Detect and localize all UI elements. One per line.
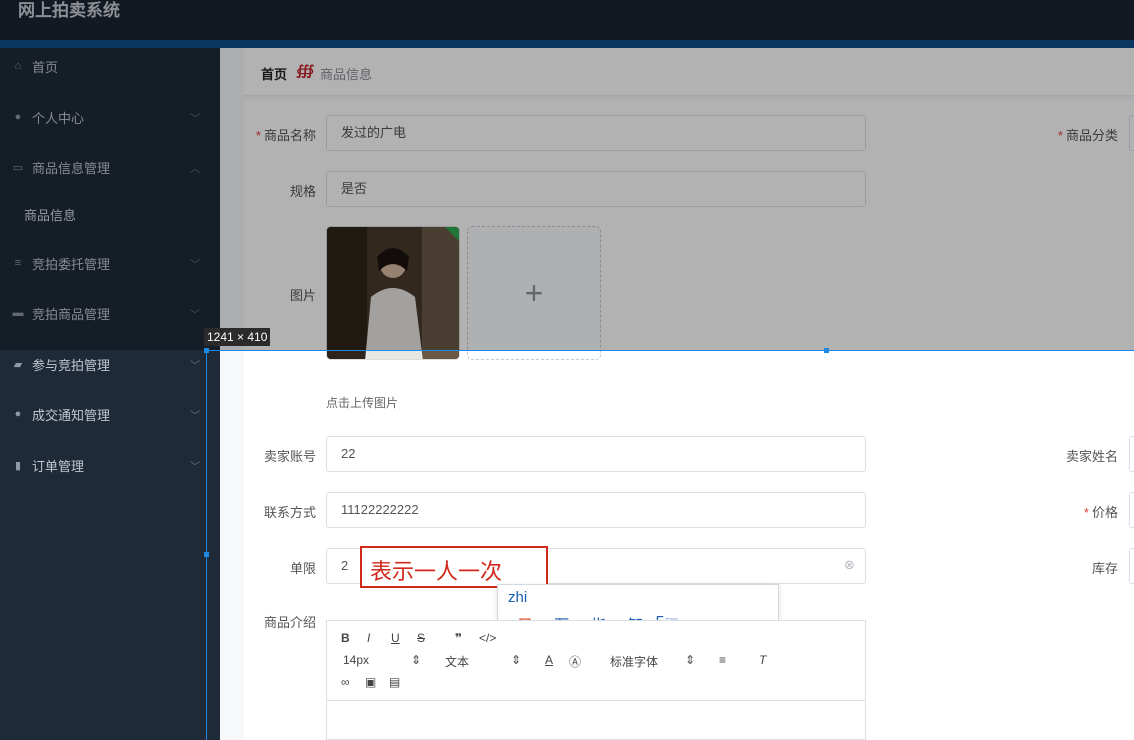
block-type-select[interactable]: 文本: [445, 653, 469, 670]
seller-name-input[interactable]: [1129, 436, 1134, 472]
sidebar-item-deal-notice[interactable]: ● 成交通知管理 ﹀: [0, 396, 220, 432]
clear-format-icon[interactable]: T: [759, 653, 766, 667]
font-size-select[interactable]: 14px: [343, 653, 369, 667]
strike-icon[interactable]: S: [417, 631, 425, 645]
align-icon[interactable]: ≡: [719, 653, 726, 667]
code-icon[interactable]: </>: [479, 631, 496, 645]
quote-icon[interactable]: ❞: [455, 631, 462, 645]
seller-name-label: 卖家姓名: [1065, 449, 1118, 464]
sidebar-item-orders[interactable]: ▮ 订单管理 ﹀: [0, 447, 220, 483]
price-input[interactable]: [1129, 492, 1134, 528]
annotation-text: 表示一人一次: [370, 559, 503, 584]
selection-dimension-label: 1241 × 410: [204, 328, 271, 346]
ime-pinyin: zhi: [508, 589, 528, 606]
underline-icon[interactable]: U: [391, 631, 400, 645]
ticket-icon: ▰: [13, 358, 23, 371]
chevron-updown-icon: ⇕: [685, 653, 696, 667]
font-family-select[interactable]: 标准字体: [610, 653, 658, 670]
chevron-down-icon: ﹀: [190, 410, 200, 422]
upload-hint: 点击上传图片: [326, 396, 399, 410]
contact-label: 联系方式: [263, 505, 316, 520]
chevron-down-icon: ﹀: [190, 461, 200, 473]
sidebar-item-bidding[interactable]: ▰ 参与竞拍管理 ﹀: [0, 346, 220, 382]
rich-text-editor: B I U S ❞ </> 14px ⇕ 文本 ⇕ A Ⓐ 标准字体 ⇕ ≡ T…: [326, 620, 866, 740]
seller-account-input[interactable]: 22: [326, 436, 866, 472]
link-icon[interactable]: ∞: [341, 675, 350, 689]
stock-input[interactable]: [1129, 548, 1134, 584]
intro-label: 商品介绍: [263, 615, 316, 630]
font-color-icon[interactable]: A: [545, 653, 553, 667]
seller-account-label: 卖家账号: [263, 449, 316, 464]
editor-toolbar: B I U S ❞ </> 14px ⇕ 文本 ⇕ A Ⓐ 标准字体 ⇕ ≡ T…: [327, 621, 865, 701]
contact-input[interactable]: 11122222222: [326, 492, 866, 528]
clear-input-icon[interactable]: ⊗: [844, 557, 855, 573]
sidebar-item-label: 订单管理: [32, 458, 85, 474]
screenshot-dim-overlay: [0, 0, 1134, 350]
sidebar-item-label: 成交通知管理: [32, 407, 111, 423]
selection-handle[interactable]: [824, 348, 829, 353]
bold-icon[interactable]: B: [341, 631, 350, 645]
location-icon: ●: [14, 408, 22, 420]
chevron-down-icon: ﹀: [190, 360, 200, 372]
price-label: * 价格: [1083, 505, 1118, 520]
annotation-textbox[interactable]: 表示一人一次: [360, 546, 548, 588]
sidebar-item-label: 参与竞拍管理: [32, 357, 111, 373]
chevron-updown-icon: ⇕: [411, 653, 422, 667]
chart-icon: ▮: [14, 459, 22, 472]
stock-label: 库存: [1091, 561, 1118, 576]
limit-label: 单限: [289, 561, 316, 576]
background-color-icon[interactable]: Ⓐ: [569, 653, 581, 670]
chevron-updown-icon: ⇕: [511, 653, 522, 667]
image-icon[interactable]: ▣: [365, 675, 376, 689]
selection-handle[interactable]: [204, 348, 209, 353]
italic-icon[interactable]: I: [367, 631, 370, 645]
selection-handle[interactable]: [204, 552, 209, 557]
video-icon[interactable]: ▤: [389, 675, 400, 689]
